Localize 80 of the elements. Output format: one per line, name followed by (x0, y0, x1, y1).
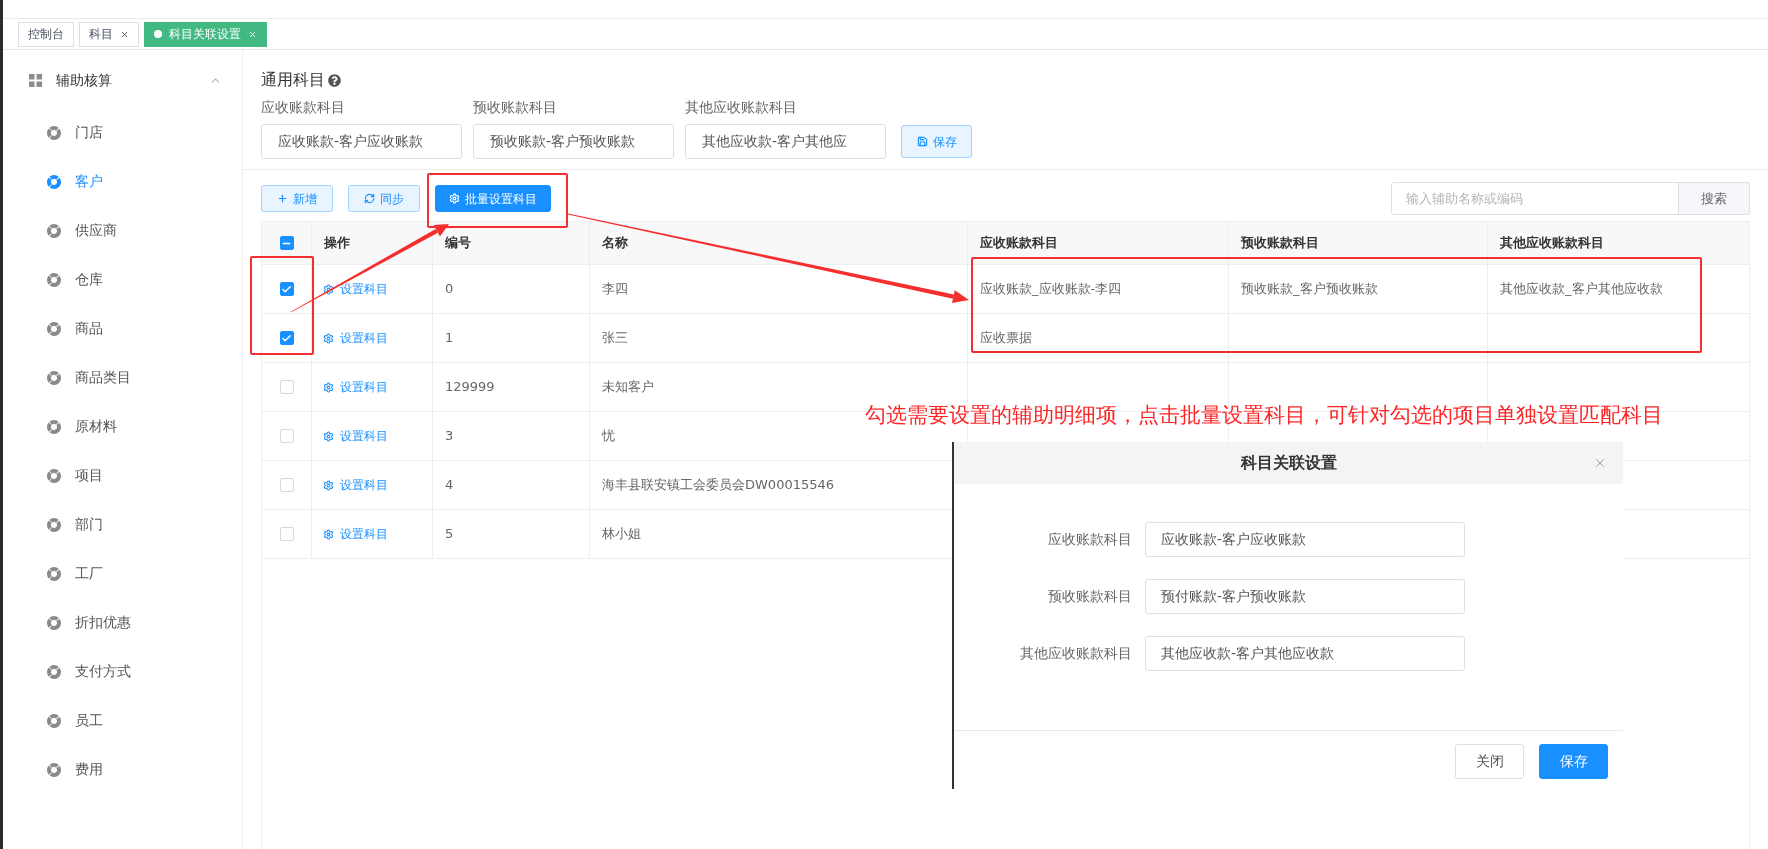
sidebar-item[interactable]: 费用 (3, 745, 242, 794)
table-cell: 129999 (433, 363, 590, 411)
account-field[interactable]: 预收账款-客户预收账款 (473, 124, 674, 159)
ring-icon (47, 762, 61, 777)
search-button[interactable]: 搜索 (1679, 182, 1750, 215)
field-label: 其他应收账款科目 (685, 98, 798, 116)
account-field[interactable]: 应收账款-客户应收账款 (261, 124, 462, 159)
field-label: 应收账款科目 (261, 98, 346, 116)
ring-icon (47, 713, 61, 728)
table-cell: 4 (433, 461, 590, 509)
sidebar-item[interactable]: 折扣优惠 (3, 598, 242, 647)
dialog-button[interactable]: 关闭 (1455, 744, 1524, 779)
ring-icon (47, 664, 61, 679)
table-cell: 5 (433, 510, 590, 558)
account-field[interactable]: 预付账款-客户预收账款 (1145, 579, 1465, 614)
search-field[interactable]: 输入辅助名称或编码 (1391, 182, 1679, 215)
table-cell: 预收账款_客户预收账款 (1229, 265, 1488, 313)
sidebar-item[interactable]: 供应商 (3, 206, 242, 255)
sidebar-item[interactable]: 部门 (3, 500, 242, 549)
dialog-title: 科目关联设置 (1240, 452, 1337, 474)
account-field[interactable]: 应收账款-客户应收账款 (1145, 522, 1465, 557)
table-cell: 应收账款_应收账款-李四 (968, 265, 1229, 313)
field-label: 预收账款科目 (1048, 587, 1132, 606)
sidebar-item[interactable]: 员工 (3, 696, 242, 745)
table-cell: 0 (433, 265, 590, 313)
help-icon (328, 73, 341, 87)
check-icon (281, 283, 292, 295)
account-field[interactable]: 其他应收款-客户其他应 (685, 124, 886, 159)
ring-icon (47, 272, 61, 287)
ring-icon (47, 174, 61, 189)
section-title: 通用科目 (261, 69, 325, 91)
field-label: 预收账款科目 (473, 98, 558, 116)
column-header: 其他应收账款科目 (1499, 234, 1605, 253)
sidebar-item[interactable]: 支付方式 (3, 647, 242, 696)
plus-icon (277, 193, 288, 204)
sidebar-item[interactable]: 门店 (3, 108, 242, 157)
check-icon (281, 332, 292, 344)
sync-icon (364, 193, 375, 204)
ring-icon (47, 223, 61, 238)
ring-icon (47, 566, 61, 581)
ring-icon (47, 370, 61, 385)
column-header: 应收账款科目 (968, 222, 1229, 264)
table-cell-text: 其他应收款_客户其他应收款 (1499, 280, 1664, 299)
sidebar-item[interactable]: 原材料 (3, 402, 242, 451)
gear-icon (323, 528, 334, 540)
ring-icon (47, 615, 61, 630)
account-field[interactable]: 其他应收款-客户其他应收款 (1145, 636, 1465, 671)
table-cell: 张三 (590, 314, 968, 362)
close-icon (1593, 456, 1607, 470)
table-cell: 应收票据 (968, 314, 1229, 362)
field-label: 应收账款科目 (1048, 530, 1132, 549)
ring-icon (47, 419, 61, 434)
sidebar-item[interactable]: 项目 (3, 451, 242, 500)
ring-icon (47, 125, 61, 140)
row-checkbox[interactable] (279, 331, 294, 345)
select-all-checkbox[interactable] (279, 236, 294, 250)
ring-icon (47, 517, 61, 532)
sidebar-item[interactable]: 商品 (3, 304, 242, 353)
tab[interactable]: 科目 (79, 21, 139, 47)
gear-icon (323, 381, 334, 393)
gear-icon (449, 193, 460, 204)
sidebar-group-header[interactable]: 辅助核算 (3, 60, 242, 100)
gear-icon (323, 430, 334, 442)
ring-icon (47, 321, 61, 336)
field-label: 其他应收账款科目 (1020, 644, 1132, 663)
gear-icon (323, 332, 334, 344)
row-checkbox[interactable] (279, 282, 294, 296)
gear-icon (323, 283, 334, 295)
sidebar-item[interactable]: 工厂 (3, 549, 242, 598)
tab[interactable]: 控制台 (18, 21, 74, 47)
close-button[interactable] (1593, 456, 1607, 470)
table-cell: 3 (433, 412, 590, 460)
gear-icon (323, 479, 334, 491)
sidebar-item[interactable]: 商品类目 (3, 353, 242, 402)
ring-icon (47, 468, 61, 483)
column-header: 预收账款科目 (1229, 222, 1488, 264)
save-icon (916, 136, 928, 147)
grid-icon (29, 73, 42, 87)
sidebar-item[interactable]: 仓库 (3, 255, 242, 304)
table-cell: 1 (433, 314, 590, 362)
